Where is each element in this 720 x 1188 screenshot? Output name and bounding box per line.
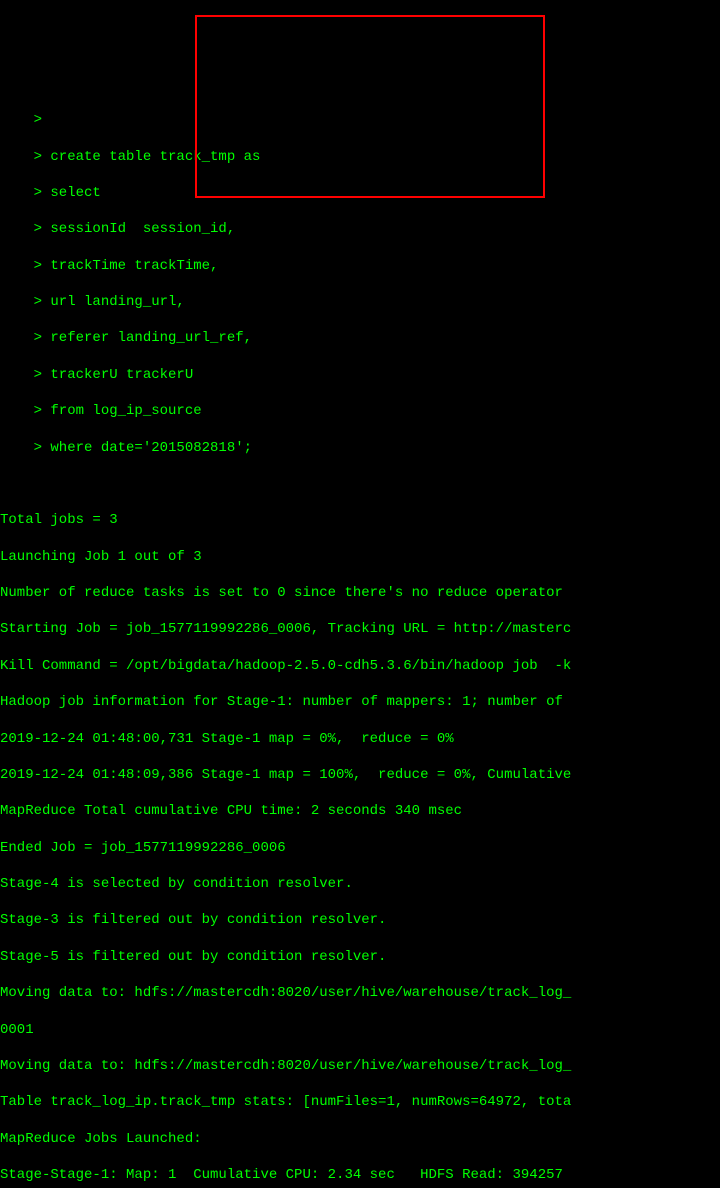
- output-line: 2019-12-24 01:48:09,386 Stage-1 map = 10…: [0, 766, 720, 784]
- sql-query-block: > > create table track_tmp as > select >…: [0, 93, 720, 475]
- output-line: Total jobs = 3: [0, 511, 720, 529]
- output-line: MapReduce Jobs Launched:: [0, 1130, 720, 1148]
- output-line: Moving data to: hdfs://mastercdh:8020/us…: [0, 1057, 720, 1075]
- output-line: Moving data to: hdfs://mastercdh:8020/us…: [0, 984, 720, 1002]
- output-line: Hadoop job information for Stage-1: numb…: [0, 693, 720, 711]
- output-line: Number of reduce tasks is set to 0 since…: [0, 584, 720, 602]
- output-line: Stage-5 is filtered out by condition res…: [0, 948, 720, 966]
- output-line: Stage-4 is selected by condition resolve…: [0, 875, 720, 893]
- prompt-line: >: [0, 111, 720, 129]
- output-line: 0001: [0, 1021, 720, 1039]
- output-line: Kill Command = /opt/bigdata/hadoop-2.5.0…: [0, 657, 720, 675]
- output-line: Launching Job 1 out of 3: [0, 548, 720, 566]
- prompt-line: > referer landing_url_ref,: [0, 329, 720, 347]
- prompt-line: > url landing_url,: [0, 293, 720, 311]
- output-line: Stage-Stage-1: Map: 1 Cumulative CPU: 2.…: [0, 1166, 720, 1184]
- output-line: MapReduce Total cumulative CPU time: 2 s…: [0, 802, 720, 820]
- prompt-line: > create table track_tmp as: [0, 148, 720, 166]
- output-line: Table track_log_ip.track_tmp stats: [num…: [0, 1093, 720, 1111]
- prompt-line: > trackerU trackerU: [0, 366, 720, 384]
- job-output-block: Total jobs = 3 Launching Job 1 out of 3 …: [0, 493, 720, 1188]
- output-line: 2019-12-24 01:48:00,731 Stage-1 map = 0%…: [0, 730, 720, 748]
- prompt-line: > from log_ip_source: [0, 402, 720, 420]
- prompt-line: > trackTime trackTime,: [0, 257, 720, 275]
- prompt-line: > select: [0, 184, 720, 202]
- output-line: Starting Job = job_1577119992286_0006, T…: [0, 620, 720, 638]
- prompt-line: > where date='2015082818';: [0, 439, 720, 457]
- output-line: Ended Job = job_1577119992286_0006: [0, 839, 720, 857]
- output-line: Stage-3 is filtered out by condition res…: [0, 911, 720, 929]
- prompt-line: > sessionId session_id,: [0, 220, 720, 238]
- terminal-output[interactable]: > > create table track_tmp as > select >…: [0, 73, 720, 1188]
